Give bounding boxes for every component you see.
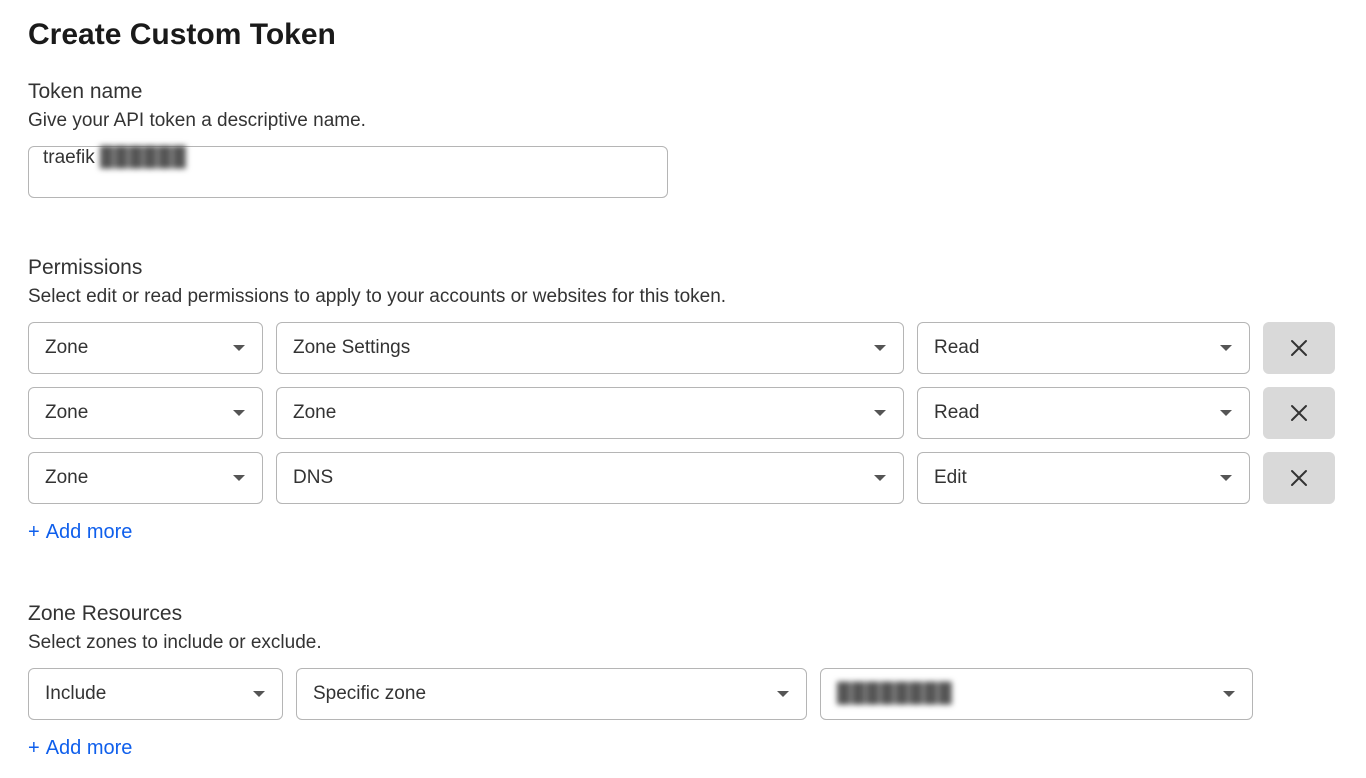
permission-row: Zone DNS Edit (28, 452, 1338, 504)
permission-row: Zone Zone Settings Read (28, 322, 1338, 374)
add-permission-button[interactable]: + Add more (28, 521, 132, 544)
plus-icon: + (28, 521, 40, 544)
zone-resources-desc: Select zones to include or exclude. (28, 632, 1338, 654)
zone-name-select[interactable]: ████████ (820, 668, 1253, 720)
permission-access-value: Read (934, 402, 979, 424)
chevron-down-icon (232, 343, 246, 353)
chevron-down-icon (776, 689, 790, 699)
permission-resource-select[interactable]: Zone Settings (276, 322, 904, 374)
chevron-down-icon (252, 689, 266, 699)
close-icon (1289, 338, 1309, 358)
remove-permission-button[interactable] (1263, 452, 1335, 504)
zone-scope-value: Specific zone (313, 683, 426, 705)
permission-access-select[interactable]: Edit (917, 452, 1250, 504)
permission-access-value: Edit (934, 467, 967, 489)
token-name-blurred: ██████ (100, 147, 187, 168)
zone-mode-value: Include (45, 683, 106, 705)
permission-scope-value: Zone (45, 402, 88, 424)
zone-name-blurred: ████████ (837, 683, 953, 705)
remove-permission-button[interactable] (1263, 322, 1335, 374)
permission-resource-value: Zone (293, 402, 336, 424)
remove-permission-button[interactable] (1263, 387, 1335, 439)
zone-resource-row: Include Specific zone ████████ (28, 668, 1338, 720)
permission-scope-select[interactable]: Zone (28, 322, 263, 374)
zone-mode-select[interactable]: Include (28, 668, 283, 720)
chevron-down-icon (1219, 343, 1233, 353)
token-name-label: Token name (28, 80, 1338, 104)
permission-scope-select[interactable]: Zone (28, 452, 263, 504)
page-title: Create Custom Token (28, 18, 1338, 52)
zone-resources-label: Zone Resources (28, 602, 1338, 626)
permission-access-select[interactable]: Read (917, 387, 1250, 439)
zone-scope-select[interactable]: Specific zone (296, 668, 807, 720)
chevron-down-icon (873, 473, 887, 483)
close-icon (1289, 403, 1309, 423)
permission-access-select[interactable]: Read (917, 322, 1250, 374)
token-name-section: Token name Give your API token a descrip… (28, 80, 1338, 198)
close-icon (1289, 468, 1309, 488)
token-name-input[interactable]: traefik ██████ (28, 146, 668, 198)
add-more-label: Add more (46, 521, 133, 544)
permissions-section: Permissions Select edit or read permissi… (28, 256, 1338, 544)
permission-scope-value: Zone (45, 337, 88, 359)
chevron-down-icon (1222, 689, 1236, 699)
permission-row: Zone Zone Read (28, 387, 1338, 439)
permission-resource-select[interactable]: DNS (276, 452, 904, 504)
token-name-value: traefik (43, 147, 100, 168)
add-more-label: Add more (46, 737, 133, 760)
permissions-label: Permissions (28, 256, 1338, 280)
permission-resource-select[interactable]: Zone (276, 387, 904, 439)
plus-icon: + (28, 737, 40, 760)
permission-scope-select[interactable]: Zone (28, 387, 263, 439)
permissions-desc: Select edit or read permissions to apply… (28, 286, 1338, 308)
chevron-down-icon (232, 473, 246, 483)
permission-access-value: Read (934, 337, 979, 359)
permission-resource-value: Zone Settings (293, 337, 410, 359)
chevron-down-icon (1219, 473, 1233, 483)
permission-resource-value: DNS (293, 467, 333, 489)
zone-resources-section: Zone Resources Select zones to include o… (28, 602, 1338, 760)
add-zone-resource-button[interactable]: + Add more (28, 737, 132, 760)
chevron-down-icon (873, 408, 887, 418)
chevron-down-icon (232, 408, 246, 418)
permission-scope-value: Zone (45, 467, 88, 489)
chevron-down-icon (1219, 408, 1233, 418)
token-name-desc: Give your API token a descriptive name. (28, 110, 1338, 132)
chevron-down-icon (873, 343, 887, 353)
